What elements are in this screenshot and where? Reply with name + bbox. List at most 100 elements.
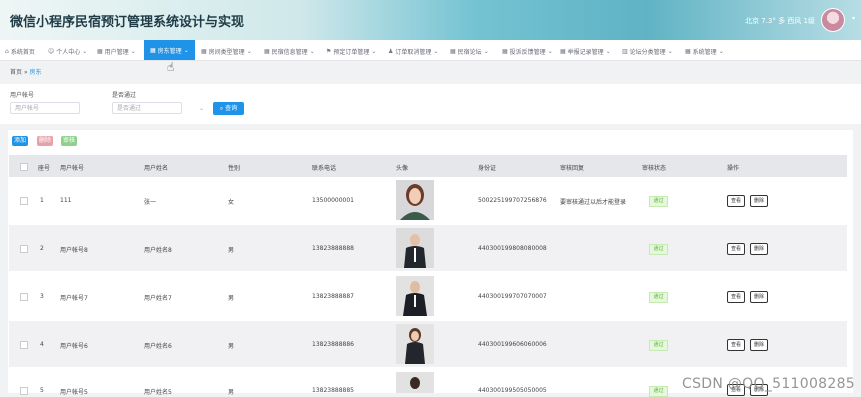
row-checkbox[interactable] (20, 387, 28, 395)
view-button[interactable]: 查看 (727, 195, 746, 207)
row-checkbox[interactable] (20, 341, 28, 349)
status-badge: 通过 (649, 244, 668, 255)
nav-item-landlords[interactable]: ▦ 房东管理 ⌄ (144, 40, 195, 60)
row-index: 2 (40, 245, 44, 252)
column-header[interactable]: 用户姓名 (144, 163, 168, 172)
row-account: 用户帐号8 (60, 247, 88, 254)
row-gender: 女 (228, 199, 235, 206)
column-header[interactable]: 联系电话 (312, 163, 336, 172)
user-icon: ☺ (48, 47, 55, 55)
nav-item-homestays[interactable]: ▦ 民宿信息管理 ⌄ (264, 44, 315, 58)
row-gender: 男 (228, 295, 235, 302)
nav-item-forum-categories[interactable]: ▥ 论坛分类管理 ⌄ (622, 44, 673, 58)
person-photo-icon (396, 372, 434, 393)
view-button[interactable]: 查看 (727, 243, 746, 255)
query-button[interactable]: ⌕ 查询 (213, 102, 244, 115)
view-button[interactable]: 查看 (727, 291, 746, 303)
nav-item-profile[interactable]: ☺ 个人中心 ⌄ (48, 44, 87, 58)
grid-icon: ▦ (97, 47, 103, 55)
column-header[interactable]: 审核回复 (560, 163, 584, 172)
nav-item-reports[interactable]: ▦ 举报记录管理 ⌄ (560, 44, 611, 58)
row-account: 用户帐号6 (60, 343, 88, 350)
nav-item-label: 举报记录管理 (567, 48, 604, 56)
column-header[interactable]: 座号 (38, 163, 50, 172)
add-button[interactable]: 添加 (12, 136, 28, 146)
nav-item-room-types[interactable]: ▦ 房间类型管理 ⌄ (201, 44, 252, 58)
avatar-photo[interactable] (396, 372, 434, 393)
column-header[interactable]: 审核状态 (642, 163, 666, 172)
row-id-card: 440300199606060006 (478, 341, 547, 348)
avatar-photo[interactable] (396, 324, 434, 364)
column-header[interactable]: 用户帐号 (60, 163, 84, 172)
avatar-photo[interactable] (396, 180, 434, 220)
column-header[interactable]: 性别 (228, 163, 240, 172)
nav-item-label: 民宿论坛 (457, 48, 482, 56)
nav-item-users[interactable]: ▦ 用户管理 ⌄ (97, 44, 136, 58)
nav-item-bookings[interactable]: ⚑ 预定订单管理 ⌄ (326, 44, 376, 58)
chevron-down-icon: ⌄ (309, 47, 315, 55)
avatar[interactable] (821, 8, 845, 32)
row-index: 1 (40, 197, 44, 204)
chevron-down-icon[interactable]: ⌄ (199, 105, 204, 112)
table-row: 3 用户帐号7 用户姓名7 男 13823888887 440300199707… (9, 273, 847, 319)
delete-row-button[interactable]: 删除 (750, 339, 769, 351)
table-row: 4 用户帐号6 用户姓名6 男 13823888886 440300199606… (9, 321, 847, 367)
row-gender: 男 (228, 343, 235, 350)
nav-item-label: 预定订单管理 (333, 48, 370, 56)
row-gender: 男 (228, 247, 235, 254)
nav-item-home[interactable]: ⌂ 系统首页 (5, 44, 35, 58)
chevron-down-icon[interactable]: ▾ (852, 15, 855, 22)
nav-item-label: 系统管理 (692, 48, 717, 56)
row-name: 用户姓名7 (144, 295, 172, 302)
row-name: 用户姓名8 (144, 247, 172, 254)
status-badge: 通过 (649, 196, 668, 207)
nav-item-cancellations[interactable]: ♟ 订单取消管理 ⌄ (388, 44, 438, 58)
nav-item-forum[interactable]: ▦ 民宿论坛 ⌄ (450, 44, 489, 58)
account-input[interactable]: 用户帐号 (10, 102, 80, 114)
view-button[interactable]: 查看 (727, 339, 746, 351)
row-index: 3 (40, 293, 44, 300)
grid-icon: ▦ (150, 46, 156, 54)
chevron-down-icon: ⌄ (183, 46, 189, 54)
row-account: 用户帐号5 (60, 389, 88, 396)
chevron-down-icon: ⌄ (605, 47, 611, 55)
chevron-down-icon: ⌄ (547, 47, 553, 55)
flag-icon: ⚑ (326, 47, 332, 55)
top-nav: ⌂ 系统首页 ☺ 个人中心 ⌄ ▦ 用户管理 ⌄ ▦ 房东管理 ⌄ ▦ 房间类型管理 ⌄ ▦ 民宿信… (0, 40, 861, 61)
delete-row-button[interactable]: 删除 (750, 291, 769, 303)
avatar-photo[interactable] (396, 276, 434, 316)
chevron-down-icon: ⌄ (246, 47, 252, 55)
person-photo-icon (396, 324, 434, 364)
watermark: CSDN @QQ_511008285 (682, 376, 855, 392)
approved-select[interactable]: 是否通过 (112, 102, 182, 114)
nav-item-label: 房东管理 (157, 47, 182, 55)
column-header[interactable]: 身份证 (478, 163, 496, 172)
grid-icon: ▦ (450, 47, 456, 55)
nav-item-system[interactable]: ▦ 系统管理 ⌄ (685, 44, 724, 58)
row-account: 用户帐号7 (60, 295, 88, 302)
review-button[interactable]: 审核 (61, 136, 77, 146)
nav-item-complaints[interactable]: ▦ 投诉反馈管理 ⌄ (502, 44, 553, 58)
row-phone: 13823888887 (312, 293, 354, 300)
row-checkbox[interactable] (20, 293, 28, 301)
breadcrumb-home[interactable]: 首页 (10, 69, 22, 76)
grid-icon: ▦ (502, 47, 508, 55)
breadcrumb: 首页 » 房东 (10, 67, 42, 76)
avatar-photo[interactable] (396, 228, 434, 268)
search-panel: 用户帐号 用户帐号 是否通过 是否通过 ⌄ ⌕ 查询 (0, 84, 861, 124)
row-checkbox[interactable] (20, 245, 28, 253)
delete-row-button[interactable]: 删除 (750, 243, 769, 255)
row-name: 用户姓名6 (144, 343, 172, 350)
row-checkbox[interactable] (20, 197, 28, 205)
row-name: 张一 (144, 199, 157, 206)
chevron-down-icon: ⌄ (130, 47, 136, 55)
approved-label: 是否通过 (112, 92, 137, 99)
home-icon: ⌂ (5, 47, 9, 55)
row-phone: 13500000001 (312, 197, 354, 204)
query-button-label: 查询 (225, 105, 238, 112)
delete-row-button[interactable]: 删除 (750, 195, 769, 207)
delete-button[interactable]: 删除 (37, 136, 53, 146)
select-all-checkbox[interactable] (20, 163, 28, 171)
nav-item-label: 个人中心 (56, 48, 81, 56)
status-badge: 通过 (649, 340, 668, 351)
